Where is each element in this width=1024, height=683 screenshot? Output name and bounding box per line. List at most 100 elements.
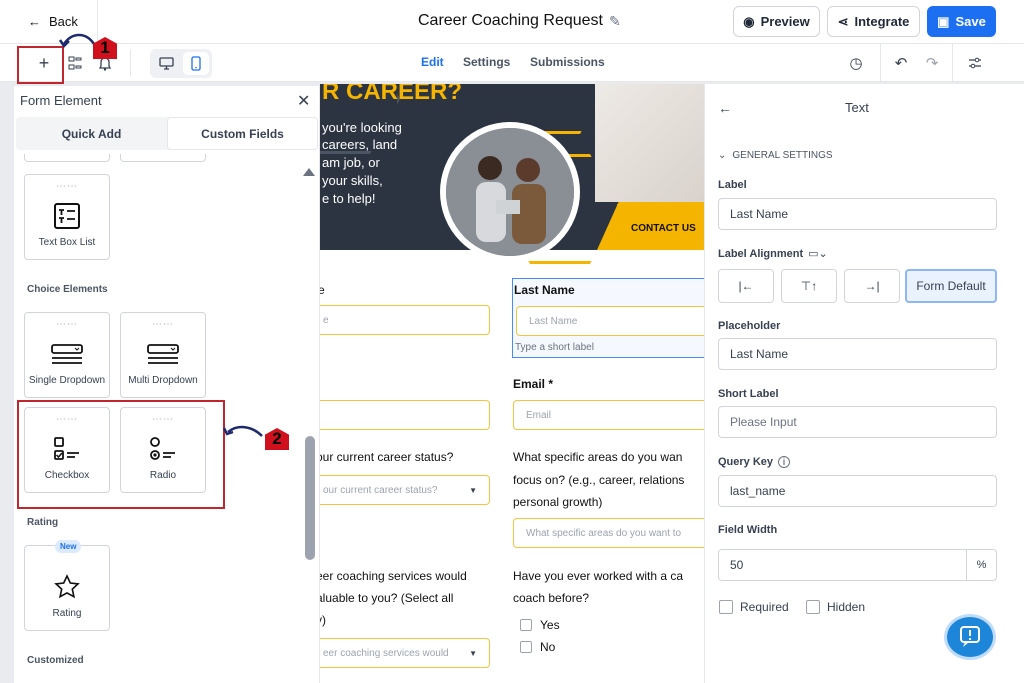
redo-icon[interactable]: ↷ bbox=[921, 52, 943, 74]
form-title-text: Career Coaching Request bbox=[418, 12, 603, 29]
multi-dropdown-card[interactable]: ⋯⋯ Multi Dropdown bbox=[120, 312, 206, 398]
banner-text-line: careers, land bbox=[322, 137, 398, 152]
save-button[interactable]: ▣ Save bbox=[927, 6, 996, 37]
card-label: Text Box List bbox=[38, 237, 96, 248]
highlight-box-choice bbox=[17, 400, 225, 509]
preview-button[interactable]: ◉ Preview bbox=[733, 6, 820, 37]
form-title[interactable]: Career Coaching Request ✎ bbox=[418, 12, 621, 30]
email-input[interactable]: Email bbox=[513, 400, 704, 430]
arrow-left-icon: ← bbox=[28, 14, 41, 29]
align-right-button[interactable]: →| bbox=[844, 269, 900, 303]
integrate-button[interactable]: ⋖ Integrate bbox=[827, 6, 920, 37]
last-name-input[interactable]: Last Name bbox=[516, 306, 704, 336]
align-left-button[interactable]: |← bbox=[718, 269, 774, 303]
new-badge: New bbox=[55, 540, 82, 553]
hidden-checkbox[interactable] bbox=[806, 600, 820, 614]
panel-title: Text bbox=[845, 100, 869, 115]
drag-handle-icon: ⋯⋯ bbox=[56, 319, 78, 330]
element-card-partial[interactable] bbox=[120, 154, 206, 162]
undo-icon[interactable]: ↶ bbox=[890, 52, 912, 74]
rating-card[interactable]: ⋯⋯ Rating bbox=[24, 545, 110, 631]
input-placeholder: Email bbox=[526, 409, 552, 421]
yes-checkbox[interactable] bbox=[520, 619, 532, 631]
input-value: Last Name bbox=[730, 207, 789, 221]
mobile-icon[interactable] bbox=[183, 52, 209, 75]
form-canvas: R CAREER? you're looking careers, land a… bbox=[320, 84, 704, 683]
back-button[interactable]: ← Back bbox=[28, 14, 78, 29]
contact-us-label: CONTACT US bbox=[631, 223, 696, 234]
coaching-services-select[interactable]: eer coaching services would ▼ bbox=[320, 638, 490, 668]
field-label: coach before? bbox=[513, 591, 590, 605]
required-label: Required bbox=[740, 600, 789, 614]
dropdown-icon bbox=[146, 339, 180, 369]
eye-icon: ◉ bbox=[743, 13, 755, 29]
text-box-list-icon bbox=[53, 201, 81, 231]
align-default-button[interactable]: Form Default bbox=[905, 269, 997, 303]
placeholder-input[interactable]: Last Name bbox=[718, 338, 997, 370]
short-label-label: Short Label bbox=[718, 388, 779, 400]
divider bbox=[952, 44, 953, 82]
align-top-button[interactable]: ⊤↑ bbox=[781, 269, 837, 303]
percent-unit: % bbox=[966, 550, 996, 580]
caret-down-icon: ▼ bbox=[469, 485, 477, 495]
card-label: Single Dropdown bbox=[28, 375, 106, 386]
first-name-input[interactable]: e bbox=[320, 305, 490, 335]
info-icon[interactable]: i bbox=[778, 456, 791, 468]
close-icon[interactable]: ✕ bbox=[297, 91, 310, 111]
scroll-up-arrow[interactable] bbox=[303, 168, 315, 176]
tab-settings[interactable]: Settings bbox=[463, 55, 510, 69]
tab-submissions[interactable]: Submissions bbox=[530, 55, 605, 69]
scrollbar-thumb[interactable] bbox=[305, 436, 315, 560]
banner-photo bbox=[595, 84, 704, 202]
element-card-partial[interactable] bbox=[24, 154, 110, 162]
field-label: focus on? (e.g., career, relations bbox=[513, 473, 685, 487]
select-placeholder: eer coaching services would bbox=[323, 647, 449, 659]
short-label-input[interactable]: Please Input bbox=[718, 406, 997, 438]
field-width-input[interactable]: 50 % bbox=[718, 549, 997, 581]
curved-arrow-icon bbox=[222, 425, 263, 437]
chevron-down-icon: ⌄ bbox=[718, 150, 727, 161]
chat-icon bbox=[960, 626, 980, 647]
banner-text-line: e to help! bbox=[322, 191, 376, 206]
label-input[interactable]: Last Name bbox=[718, 198, 997, 230]
query-key-input[interactable]: last_name bbox=[718, 475, 997, 507]
align-top-icon: ⊤↑ bbox=[800, 279, 818, 293]
required-checkbox[interactable] bbox=[719, 600, 733, 614]
tab-edit[interactable]: Edit bbox=[421, 55, 444, 69]
preview-label: Preview bbox=[760, 14, 810, 29]
back-arrow-icon[interactable]: ← bbox=[718, 100, 732, 116]
career-status-select[interactable]: our current career status? ▼ bbox=[320, 475, 490, 505]
input-placeholder: What specific areas do you want to bbox=[526, 527, 682, 539]
section-heading: Choice Elements bbox=[27, 284, 108, 295]
back-label: Back bbox=[49, 14, 78, 29]
drag-handle-icon: ⋯⋯ bbox=[152, 319, 174, 330]
pencil-icon[interactable]: ✎ bbox=[609, 13, 621, 30]
layers-icon[interactable] bbox=[64, 52, 86, 74]
general-settings-toggle[interactable]: ⌄ GENERAL SETTINGS bbox=[718, 150, 833, 161]
desktop-icon[interactable] bbox=[153, 52, 179, 75]
save-icon: ▣ bbox=[937, 13, 950, 29]
caret-down-icon: ▼ bbox=[469, 648, 477, 658]
field-label: personal growth) bbox=[513, 495, 603, 509]
no-checkbox[interactable] bbox=[520, 641, 532, 653]
input-value: 50 bbox=[730, 558, 744, 572]
name-input[interactable] bbox=[320, 400, 490, 430]
tab-quick-add[interactable]: Quick Add bbox=[16, 117, 167, 150]
email-label: Email * bbox=[513, 377, 554, 391]
monitor-icon[interactable]: ▭⌄ bbox=[808, 247, 828, 260]
top-bar: ← Back Career Coaching Request ✎ ◉ Previ… bbox=[0, 0, 1024, 44]
single-dropdown-card[interactable]: ⋯⋯ Single Dropdown bbox=[24, 312, 110, 398]
save-label: Save bbox=[955, 14, 986, 29]
field-label: aluable to you? (Select all bbox=[320, 591, 454, 605]
placeholder-label: Placeholder bbox=[718, 320, 781, 332]
option-label: No bbox=[540, 640, 556, 654]
history-icon[interactable]: ◷ bbox=[845, 52, 867, 74]
text-box-list-card[interactable]: ⋯⋯ Text Box List bbox=[24, 174, 110, 260]
sliders-icon[interactable] bbox=[964, 52, 986, 74]
focus-areas-input[interactable]: What specific areas do you want to bbox=[513, 518, 704, 548]
feedback-button[interactable] bbox=[947, 617, 993, 657]
form-element-panel: Form Element ✕ Quick Add Custom Fields ⋯… bbox=[14, 86, 320, 683]
tab-custom-fields[interactable]: Custom Fields bbox=[167, 117, 318, 150]
drag-handle-icon: ⋯⋯ bbox=[56, 181, 78, 192]
banner-text-line: am job, or bbox=[322, 155, 380, 170]
